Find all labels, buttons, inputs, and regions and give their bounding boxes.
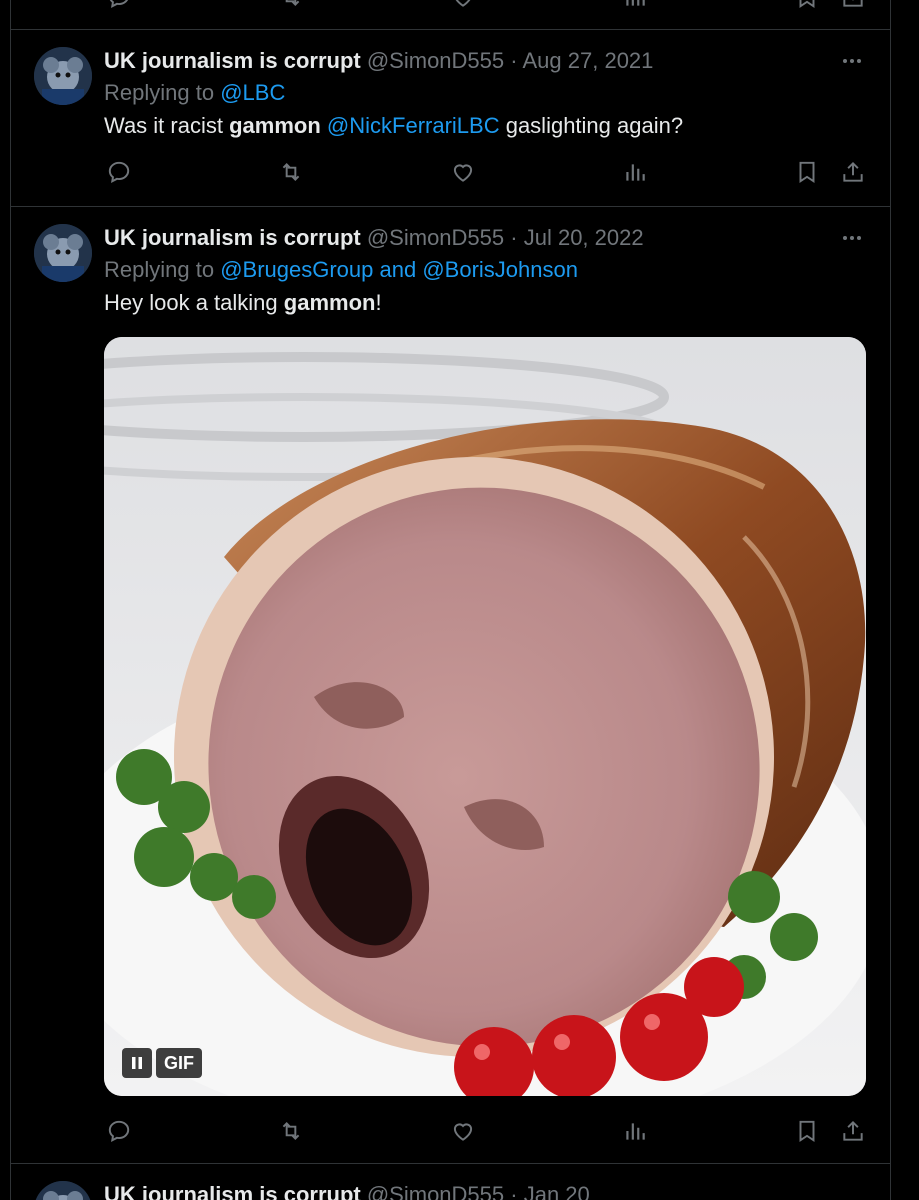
avatar-image — [34, 224, 92, 282]
share-icon — [843, 0, 863, 7]
bookmark-icon — [799, 161, 815, 184]
timestamp[interactable]: Aug 27, 2021 — [523, 48, 654, 73]
tweet[interactable]: UK journalism is corrupt @SimonD555 · Ja… — [10, 1163, 890, 1200]
tweet-header: UK journalism is corrupt @SimonD555 · Ja… — [104, 1181, 590, 1200]
display-name[interactable]: UK journalism is corrupt — [104, 1182, 361, 1200]
separator-dot: · — [510, 48, 518, 73]
replying-prefix: Replying to — [104, 257, 215, 282]
heart-icon — [455, 0, 471, 7]
tweet-action-bar — [10, 1116, 890, 1146]
views-button[interactable] — [620, 1116, 650, 1146]
timestamp[interactable]: Jan 20 — [524, 1182, 590, 1200]
retweet-button[interactable] — [276, 157, 306, 187]
more-button[interactable] — [840, 49, 864, 73]
avatar[interactable] — [34, 1181, 92, 1200]
more-icon — [843, 59, 861, 63]
pause-button[interactable] — [122, 1048, 152, 1078]
views-button[interactable] — [620, 0, 650, 12]
talking-ham-gif — [104, 337, 866, 1096]
retweet-button[interactable] — [276, 1116, 306, 1146]
retweet-icon — [282, 163, 300, 181]
more-button[interactable] — [840, 226, 864, 250]
display-name[interactable]: UK journalism is corrupt — [104, 48, 361, 73]
reply-button[interactable] — [104, 157, 134, 187]
reply-icon — [108, 161, 130, 183]
handle[interactable]: @SimonD555 — [367, 48, 504, 73]
views-icon — [626, 0, 645, 6]
reply-button[interactable] — [104, 1116, 134, 1146]
tweet-action-bar — [10, 157, 890, 187]
avatar-image — [34, 47, 92, 105]
share-icon — [843, 1120, 863, 1141]
handle[interactable]: @SimonD555 — [367, 1182, 504, 1200]
share-button[interactable] — [838, 157, 868, 187]
replying-to: Replying to @BrugesGroup and @BorisJohns… — [104, 256, 578, 284]
share-button[interactable] — [838, 1116, 868, 1146]
gif-label: GIF — [156, 1048, 202, 1078]
tweet-text-part: Was it racist — [104, 113, 230, 138]
gif-media[interactable]: GIF — [104, 337, 866, 1096]
retweet-icon — [282, 1122, 300, 1140]
tweet-text-part: Hey look a talking — [104, 290, 284, 315]
gif-badge: GIF — [122, 1048, 202, 1078]
handle[interactable]: @SimonD555 — [367, 225, 504, 250]
previous-tweet-action-bar — [10, 0, 890, 12]
retweet-button[interactable] — [276, 0, 306, 12]
tweet-header: UK journalism is corrupt @SimonD555 · Au… — [104, 47, 653, 75]
replying-prefix: Replying to — [104, 80, 215, 105]
reply-icon — [108, 1120, 130, 1142]
tweet-text-highlight: gammon — [229, 113, 321, 138]
mention-link[interactable]: @LBC — [220, 80, 285, 105]
separator-dot: · — [510, 225, 518, 250]
pause-icon — [132, 1057, 142, 1069]
bookmark-button[interactable] — [792, 157, 822, 187]
tweet-text: Was it racist gammon @NickFerrariLBC gas… — [104, 112, 683, 140]
heart-icon — [453, 1123, 473, 1141]
reply-button[interactable] — [104, 0, 134, 12]
mention-link-conjunction: and — [373, 257, 423, 282]
share-button[interactable] — [838, 0, 868, 12]
like-button[interactable] — [448, 157, 478, 187]
mention-link[interactable]: @NickFerrariLBC — [327, 113, 500, 138]
tweet-text-part: ! — [375, 290, 382, 315]
more-icon — [843, 236, 861, 240]
separator-dot: · — [510, 1182, 518, 1200]
tweet[interactable]: UK journalism is corrupt @SimonD555 · Au… — [10, 29, 890, 206]
like-button[interactable] — [448, 0, 478, 12]
mention-link-text: @BrugesGroup — [220, 257, 374, 282]
reply-icon — [109, 0, 129, 8]
tweet-text-part: gaslighting again? — [499, 113, 684, 138]
mention-link[interactable]: @BrugesGroup and @BorisJohnson — [220, 257, 578, 282]
heart-icon — [453, 164, 473, 182]
avatar[interactable] — [34, 224, 92, 282]
views-icon — [626, 164, 645, 181]
replying-to: Replying to @LBC — [104, 79, 285, 107]
bookmark-icon — [799, 0, 815, 9]
views-icon — [626, 1123, 645, 1140]
like-button[interactable] — [448, 1116, 478, 1146]
display-name[interactable]: UK journalism is corrupt — [104, 225, 361, 250]
share-icon — [843, 161, 863, 182]
timeline-right-border — [890, 0, 891, 1200]
views-button[interactable] — [620, 157, 650, 187]
timestamp[interactable]: Jul 20, 2022 — [524, 225, 644, 250]
bookmark-button[interactable] — [792, 1116, 822, 1146]
retweet-icon — [285, 0, 300, 6]
avatar[interactable] — [34, 47, 92, 105]
bookmark-icon — [799, 1120, 815, 1143]
mention-link-text: @BorisJohnson — [422, 257, 578, 282]
bookmark-button[interactable] — [792, 0, 822, 12]
tweet-text: Hey look a talking gammon! — [104, 289, 382, 317]
avatar-image — [34, 1181, 92, 1200]
tweet-text-highlight: gammon — [283, 290, 376, 315]
tweet-header: UK journalism is corrupt @SimonD555 · Ju… — [104, 224, 644, 252]
